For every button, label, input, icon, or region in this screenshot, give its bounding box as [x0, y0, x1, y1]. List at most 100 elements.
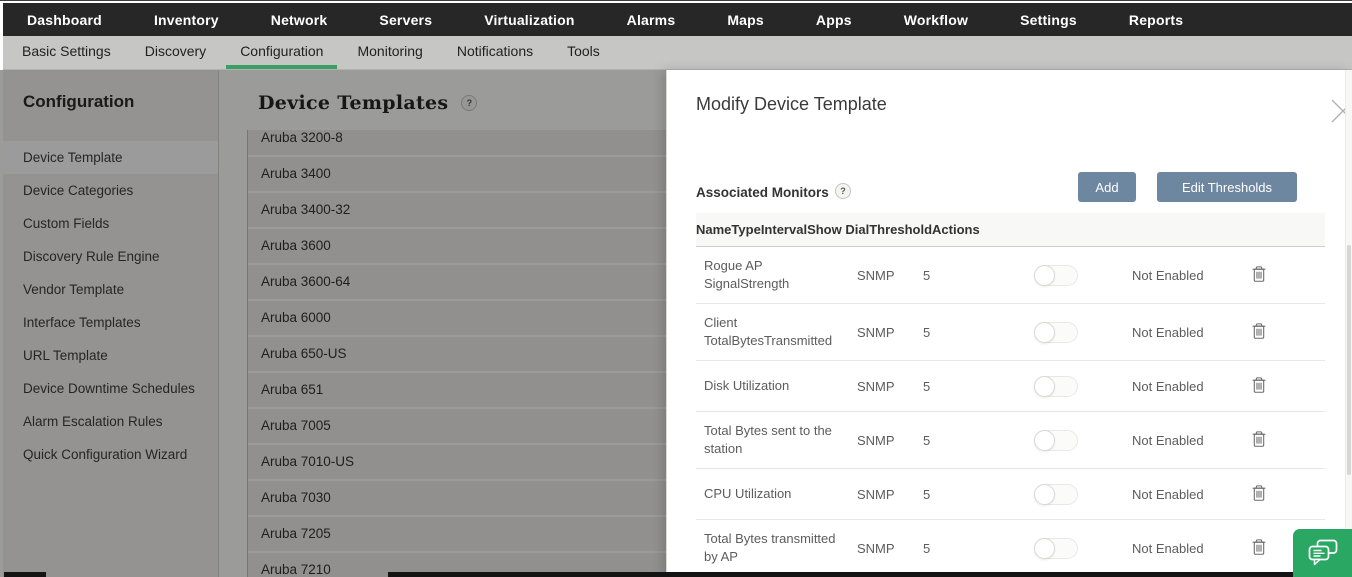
monitor-interval: 5	[923, 379, 1031, 394]
monitor-actions-cell	[1236, 323, 1325, 342]
column-header: Type	[731, 222, 760, 237]
sub-nav-item[interactable]: Tools	[553, 36, 614, 69]
toggle-knob	[1034, 430, 1055, 451]
trash-icon[interactable]	[1252, 485, 1266, 501]
monitor-interval: 5	[923, 433, 1031, 448]
trash-icon[interactable]	[1252, 431, 1266, 447]
monitor-actions-cell	[1236, 266, 1325, 285]
monitor-name: Total Bytes transmitted by AP	[696, 520, 857, 576]
monitor-name: Disk Utilization	[696, 367, 857, 405]
show-dial-toggle[interactable]	[1034, 376, 1078, 397]
top-nav-item[interactable]: Settings	[1020, 12, 1077, 28]
chat-bubbles-icon	[1307, 539, 1339, 567]
edit-thresholds-button[interactable]: Edit Thresholds	[1157, 172, 1297, 202]
monitor-type: SNMP	[857, 325, 923, 340]
show-dial-toggle[interactable]	[1034, 322, 1078, 343]
bottom-edge-strip	[4, 572, 46, 577]
monitor-actions-cell	[1236, 431, 1325, 450]
sub-nav: Basic Settings Discovery Configuration M…	[3, 36, 1352, 70]
top-nav-item[interactable]: Dashboard	[27, 12, 102, 28]
monitor-row: Total Bytes sent to the station SNMP 5 N…	[696, 412, 1325, 469]
show-dial-toggle[interactable]	[1034, 484, 1078, 505]
monitor-threshold: Not Enabled	[1132, 268, 1236, 283]
top-nav-item[interactable]: Servers	[379, 12, 432, 28]
add-button[interactable]: Add	[1078, 172, 1136, 202]
scrollbar-thumb[interactable]	[1347, 245, 1351, 475]
column-header: Threshold	[869, 222, 932, 237]
window-top-edge	[0, 0, 1352, 1]
show-dial-cell	[1031, 322, 1132, 343]
show-dial-toggle[interactable]	[1034, 538, 1078, 559]
top-nav-item[interactable]: Maps	[727, 12, 764, 28]
monitor-row: Total Bytes transmitted by AP SNMP 5 Not…	[696, 520, 1325, 577]
sub-nav-item[interactable]: Basic Settings	[8, 36, 125, 69]
trash-icon[interactable]	[1252, 266, 1266, 282]
show-dial-cell	[1031, 430, 1132, 451]
monitor-interval: 5	[923, 325, 1031, 340]
monitor-type: SNMP	[857, 379, 923, 394]
sub-nav-item[interactable]: Discovery	[131, 36, 220, 69]
monitor-interval: 5	[923, 541, 1031, 556]
toggle-knob	[1034, 265, 1055, 286]
top-nav-item[interactable]: Workflow	[904, 12, 968, 28]
top-nav-item[interactable]: Inventory	[154, 12, 219, 28]
show-dial-toggle[interactable]	[1034, 265, 1078, 286]
trash-icon[interactable]	[1252, 539, 1266, 555]
monitor-type: SNMP	[857, 433, 923, 448]
monitor-name: Rogue AP SignalStrength	[696, 247, 857, 303]
top-nav-item[interactable]: Alarms	[627, 12, 676, 28]
monitor-name: CPU Utilization	[696, 475, 857, 513]
monitor-row: Rogue AP SignalStrength SNMP 5 Not Enabl…	[696, 247, 1325, 304]
scrollbar[interactable]	[1345, 70, 1352, 577]
show-dial-cell	[1031, 376, 1132, 397]
monitor-row: Client TotalBytesTransmitted SNMP 5 Not …	[696, 304, 1325, 361]
associated-monitors-label: Associated Monitors	[696, 185, 829, 200]
trash-icon[interactable]	[1252, 323, 1266, 339]
monitor-type: SNMP	[857, 487, 923, 502]
top-nav-item[interactable]: Network	[271, 12, 328, 28]
trash-icon[interactable]	[1252, 377, 1266, 393]
modify-device-template-panel: Modify Device Template Associated Monito…	[666, 70, 1352, 577]
top-nav-item[interactable]: Apps	[816, 12, 852, 28]
bottom-edge-strip	[388, 572, 1352, 577]
monitors-table-header: Name Type Interval Show Dial Threshold A…	[696, 213, 1325, 247]
monitor-row: CPU Utilization SNMP 5 Not Enabled	[696, 469, 1325, 520]
toggle-knob	[1034, 484, 1055, 505]
column-header: Name	[696, 222, 731, 237]
monitor-threshold: Not Enabled	[1132, 325, 1236, 340]
monitor-actions-cell	[1236, 485, 1325, 504]
monitor-threshold: Not Enabled	[1132, 487, 1236, 502]
column-header: Interval	[761, 222, 807, 237]
panel-title: Modify Device Template	[696, 94, 887, 115]
monitor-row: Disk Utilization SNMP 5 Not Enabled	[696, 361, 1325, 412]
sub-nav-item[interactable]: Configuration	[226, 36, 337, 69]
sub-nav-item[interactable]: Notifications	[443, 36, 547, 69]
help-icon[interactable]: ?	[835, 183, 851, 199]
top-nav: Dashboard Inventory Network Servers Virt…	[3, 3, 1352, 36]
column-header: Show Dial	[807, 222, 869, 237]
toggle-knob	[1034, 322, 1055, 343]
monitor-interval: 5	[923, 487, 1031, 502]
column-header: Actions	[932, 222, 980, 237]
top-nav-item[interactable]: Virtualization	[484, 12, 574, 28]
sub-nav-item[interactable]: Monitoring	[343, 36, 436, 69]
top-nav-item[interactable]: Reports	[1129, 12, 1183, 28]
monitor-name: Total Bytes sent to the station	[696, 412, 857, 468]
show-dial-cell	[1031, 538, 1132, 559]
show-dial-cell	[1031, 265, 1132, 286]
monitor-actions-cell	[1236, 377, 1325, 396]
show-dial-cell	[1031, 484, 1132, 505]
toggle-knob	[1034, 376, 1055, 397]
monitor-threshold: Not Enabled	[1132, 379, 1236, 394]
monitors-table: Name Type Interval Show Dial Threshold A…	[696, 213, 1325, 577]
monitor-threshold: Not Enabled	[1132, 433, 1236, 448]
show-dial-toggle[interactable]	[1034, 430, 1078, 451]
toggle-knob	[1034, 538, 1055, 559]
chat-button[interactable]	[1293, 529, 1352, 577]
monitor-type: SNMP	[857, 268, 923, 283]
monitor-name: Client TotalBytesTransmitted	[696, 304, 857, 360]
monitor-interval: 5	[923, 268, 1031, 283]
monitors-table-body: Rogue AP SignalStrength SNMP 5 Not Enabl…	[696, 247, 1325, 577]
monitor-type: SNMP	[857, 541, 923, 556]
monitor-threshold: Not Enabled	[1132, 541, 1236, 556]
